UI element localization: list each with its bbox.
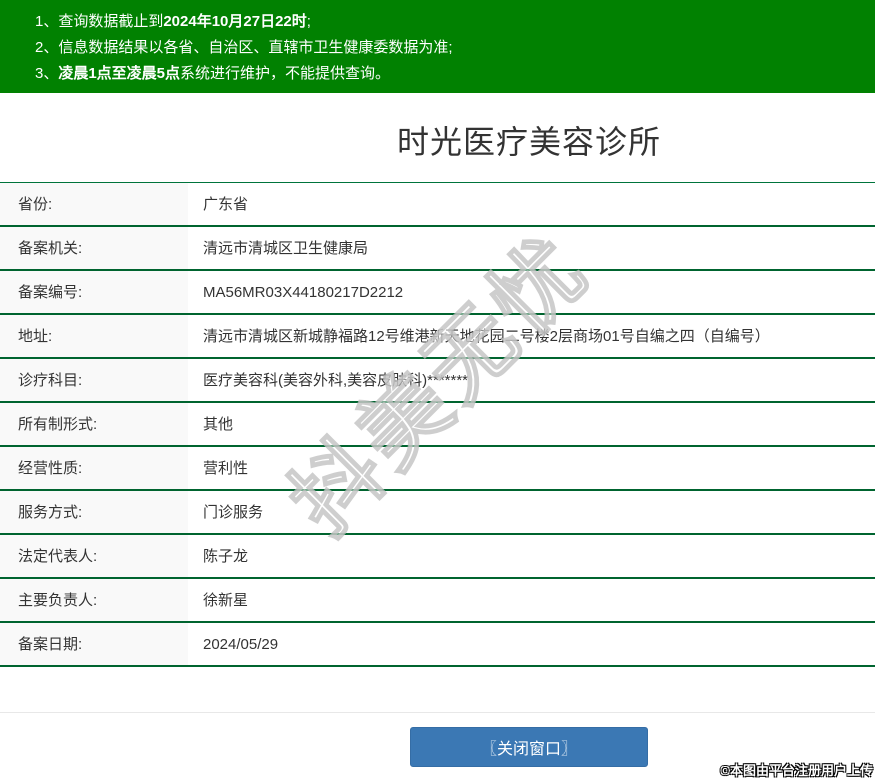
close-window-button[interactable]: 〖关闭窗口〗 [410,727,648,767]
table-row: 诊疗科目: 医疗美容科(美容外科,美容皮肤科)******* [0,359,875,403]
field-value-filing-authority: 清远市清城区卫生健康局 [203,240,369,257]
field-label-service-mode: 服务方式: [0,491,188,533]
table-row: 所有制形式: 其他 [0,403,875,447]
notice-text: 3、 [35,65,59,82]
table-row: 备案编号: MA56MR03X44180217D2212 [0,271,875,315]
field-value-filing-number: MA56MR03X44180217D2212 [203,284,404,301]
field-label-filing-date: 备案日期: [0,623,188,665]
field-value-ownership-form: 其他 [203,416,234,433]
field-label-principal: 主要负责人: [0,579,188,621]
field-label-treatment-subjects: 诊疗科目: [0,359,188,401]
field-label-province: 省份: [0,183,188,225]
field-label-business-nature: 经营性质: [0,447,188,489]
field-value-service-mode: 门诊服务 [203,504,264,521]
field-value-treatment-subjects: 医疗美容科(美容外科,美容皮肤科)******* [203,372,469,389]
notice-line-1: 1、查询数据截止到2024年10月27日22时; [35,9,875,35]
field-label-filing-authority: 备案机关: [0,227,188,269]
field-label-ownership-form: 所有制形式: [0,403,188,445]
corner-copyright-watermark: ©本图由平台注册用户上传 [720,763,873,778]
record-table: 省份: 广东省 备案机关: 清远市清城区卫生健康局 备案编号: MA56MR03… [0,182,875,667]
notice-text: ; [306,13,311,30]
notice-bold-text: 凌晨1点至凌晨5点 [58,65,181,82]
field-value-business-nature: 营利性 [203,460,249,477]
field-label-legal-representative: 法定代表人: [0,535,188,577]
field-value-filing-date: 2024/05/29 [203,636,279,653]
notice-line-3: 3、凌晨1点至凌晨5点系统进行维护，不能提供查询。 [35,61,875,87]
table-row: 法定代表人: 陈子龙 [0,535,875,579]
notice-text: 1、查询数据截止到 [35,13,164,30]
field-label-address: 地址: [0,315,188,357]
field-value-legal-representative: 陈子龙 [203,548,249,565]
table-row: 经营性质: 营利性 [0,447,875,491]
table-row: 服务方式: 门诊服务 [0,491,875,535]
page-title: 时光医疗美容诊所 [396,124,661,160]
table-row: 备案日期: 2024/05/29 [0,623,875,667]
notice-banner: 1、查询数据截止到2024年10月27日22时; 2、信息数据结果以各省、自治区… [0,0,875,93]
page-container: 1、查询数据截止到2024年10月27日22时; 2、信息数据结果以各省、自治区… [0,0,875,767]
notice-text: 系统进行维护，不能提供查询。 [180,65,391,82]
table-row: 主要负责人: 徐新星 [0,579,875,623]
table-row: 备案机关: 清远市清城区卫生健康局 [0,227,875,271]
notice-bold-text: 2024年10月27日22时 [163,13,307,30]
notice-text: 2、信息数据结果以各省、自治区、直辖市卫生健康委数据为准; [35,39,453,56]
table-row: 地址: 清远市清城区新城静福路12号维港新天地花园二号楼2层商场01号自编之四（… [0,315,875,359]
field-value-province: 广东省 [203,196,249,213]
field-label-filing-number: 备案编号: [0,271,188,313]
notice-line-2: 2、信息数据结果以各省、自治区、直辖市卫生健康委数据为准; [35,35,875,61]
table-row: 省份: 广东省 [0,183,875,227]
footer-divider [0,712,875,713]
field-value-address: 清远市清城区新城静福路12号维港新天地花园二号楼2层商场01号自编之四（自编号） [203,328,770,345]
field-value-principal: 徐新星 [203,592,249,609]
